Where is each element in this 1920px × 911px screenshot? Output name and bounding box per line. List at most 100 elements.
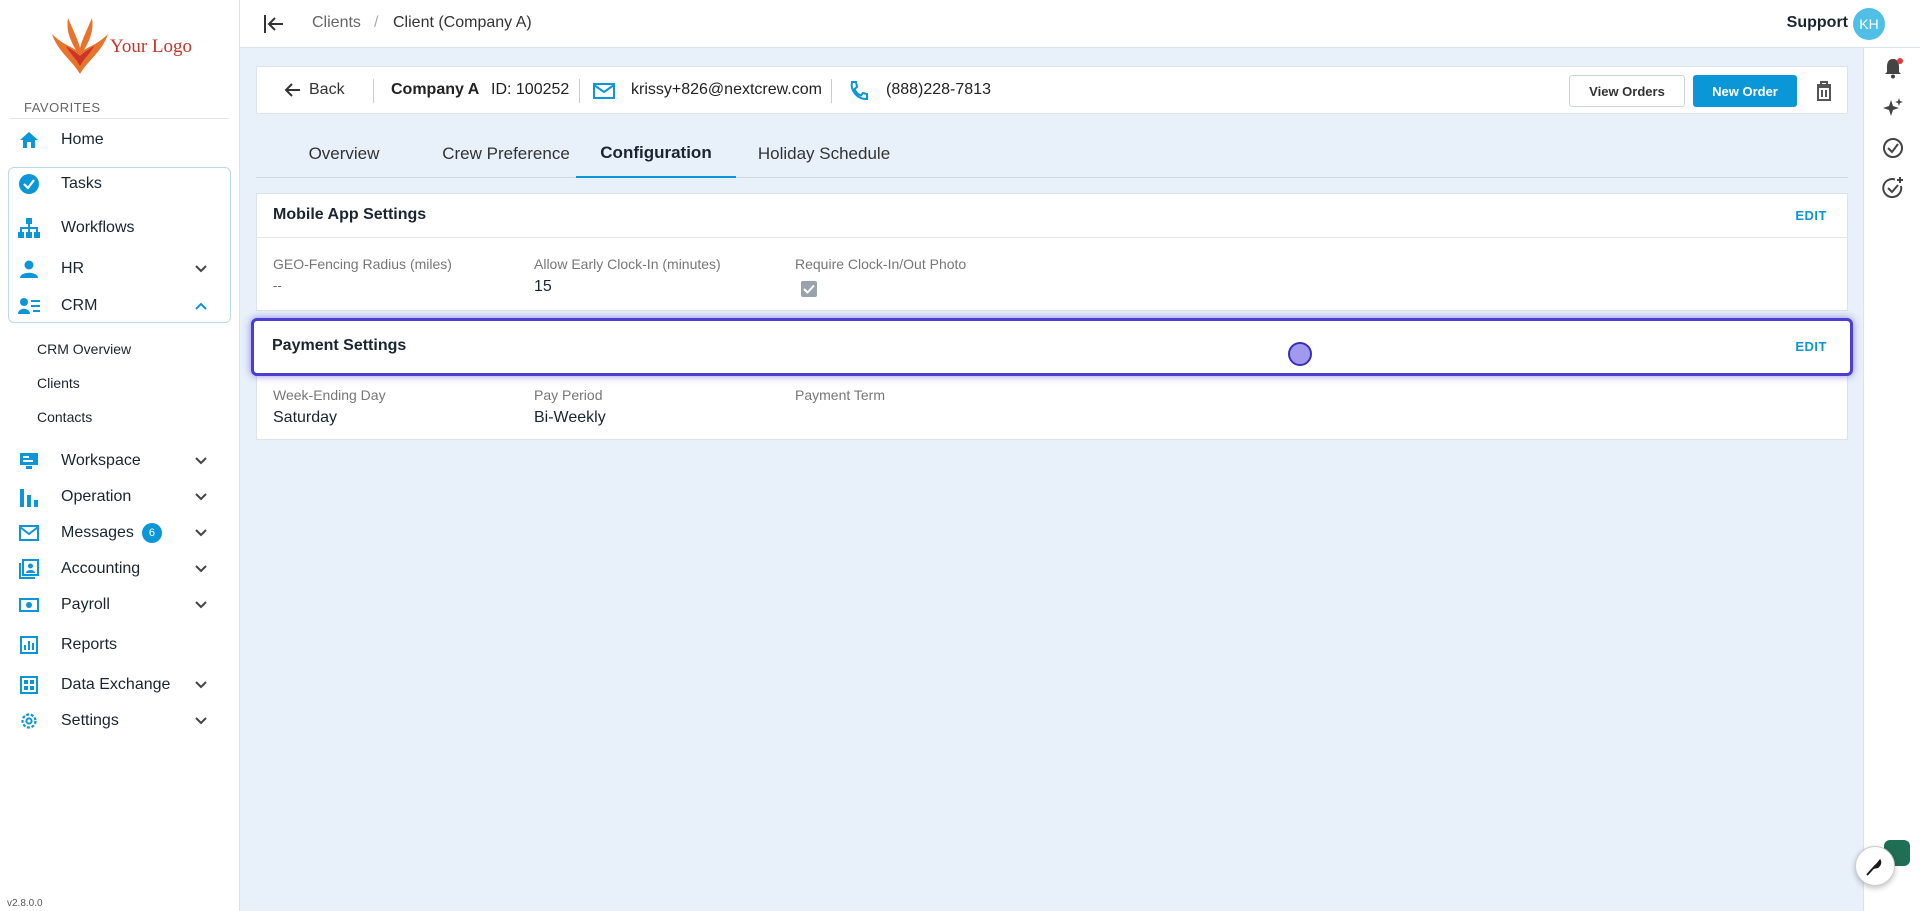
bell-icon[interactable] [1881, 56, 1905, 80]
logo-text: Your Logo [110, 36, 193, 57]
client-header: Back Company A ID: 100252 krissy+826@nex… [256, 66, 1848, 114]
breadcrumb-separator: / [374, 14, 379, 31]
week-ending-day-value: Saturday [273, 409, 338, 426]
geo-fencing-value: -- [273, 278, 282, 293]
favorites-divider [10, 118, 229, 119]
sidebar-subitem-contacts[interactable]: Contacts [37, 409, 92, 425]
sidebar-item-label: Accounting [61, 560, 141, 577]
clock-photo-label: Require Clock-In/Out Photo [795, 256, 967, 272]
sidebar-item-label: Settings [61, 712, 119, 729]
bar-chart-icon [17, 485, 41, 509]
tab-holiday-schedule[interactable]: Holiday Schedule [736, 130, 912, 178]
sidebar-item-label: Messages [61, 524, 134, 541]
arrow-left-icon [285, 83, 300, 97]
trash-icon[interactable] [1813, 79, 1835, 103]
back-label: Back [309, 81, 345, 98]
company-name: Company A [391, 81, 480, 98]
clock-photo-checkbox [801, 281, 817, 297]
click-indicator [1288, 342, 1312, 366]
sparkles-icon[interactable] [1881, 96, 1905, 120]
support-link[interactable]: Support [1787, 14, 1848, 32]
chevron-down-icon [195, 565, 207, 573]
logo[interactable]: Your Logo [48, 14, 198, 80]
mobile-app-settings-card: Mobile App Settings EDIT GEO-Fencing Rad… [256, 193, 1848, 311]
contacts-icon [17, 294, 41, 318]
collapse-sidebar-icon[interactable] [262, 12, 286, 36]
feather-icon [1866, 859, 1882, 876]
sidebar-item-label: CRM [61, 297, 98, 314]
sidebar-item-label: Workspace [61, 452, 141, 469]
breadcrumb-clients[interactable]: Clients [312, 14, 361, 32]
pay-period-value: Bi-Weekly [534, 409, 606, 426]
back-button[interactable]: Back [285, 81, 345, 99]
sidebar-item-label: Home [61, 131, 104, 148]
help-widget-button[interactable] [1855, 846, 1895, 886]
sidebar-item-workspace[interactable]: Workspace [8, 444, 232, 478]
chevron-down-icon [195, 681, 207, 689]
week-ending-day-label: Week-Ending Day [273, 387, 386, 403]
right-rail [1863, 48, 1920, 911]
breadcrumb-current: Client (Company A) [393, 14, 532, 31]
payment-term-label: Payment Term [795, 387, 885, 403]
sidebar-item-operation[interactable]: Operation [8, 480, 232, 514]
early-clock-in-label: Allow Early Clock-In (minutes) [534, 256, 721, 272]
top-bar: Clients / Client (Company A) Support KH [240, 0, 1920, 48]
sidebar-item-home[interactable]: Home [8, 123, 232, 157]
pay-period-label: Pay Period [534, 387, 603, 403]
tab-configuration[interactable]: Configuration [576, 130, 736, 178]
geo-fencing-label: GEO-Fencing Radius (miles) [273, 256, 452, 272]
edit-mobile-app-button[interactable]: EDIT [1795, 208, 1827, 223]
ledger-icon [17, 557, 41, 581]
check-circle-outline-icon[interactable] [1881, 136, 1905, 160]
section-title: Payment Settings [272, 337, 407, 354]
client-tabs: Overview Crew Preference Configuration H… [256, 130, 1848, 178]
section-title: Mobile App Settings [273, 206, 427, 223]
home-icon [17, 128, 41, 152]
sidebar-item-payroll[interactable]: Payroll [8, 588, 232, 622]
check-icon [803, 284, 815, 294]
add-task-icon[interactable] [1881, 176, 1905, 200]
sidebar-item-messages[interactable]: Messages 6 [8, 516, 232, 550]
sidebar-item-label: Payroll [61, 596, 110, 613]
money-icon [17, 593, 41, 617]
sidebar-subitem-crm-overview[interactable]: CRM Overview [37, 341, 131, 357]
messages-count-badge: 6 [141, 523, 162, 543]
client-email[interactable]: krissy+826@nextcrew.com [631, 81, 822, 99]
sidebar-item-reports[interactable]: Reports [8, 628, 232, 662]
chevron-down-icon [195, 529, 207, 537]
header-divider [831, 79, 832, 103]
chevron-down-icon [195, 493, 207, 501]
sidebar-item-settings[interactable]: Settings [8, 704, 232, 738]
mail-icon [17, 521, 41, 545]
client-id: ID: 100252 [491, 81, 570, 98]
phoenix-logo-icon [52, 18, 108, 74]
gear-icon [17, 709, 41, 733]
sidebar-item-label: Data Exchange [61, 676, 171, 693]
client-phone[interactable]: (888)228-7813 [886, 81, 991, 99]
chevron-up-icon [195, 302, 207, 310]
favorites-label: FAVORITES [24, 100, 101, 115]
edit-payment-button[interactable]: EDIT [1795, 339, 1827, 354]
app-version: v2.8.0.0 [7, 898, 43, 909]
avatar[interactable]: KH [1853, 8, 1885, 40]
payment-settings-header[interactable]: Payment Settings EDIT [251, 318, 1853, 376]
header-divider [579, 79, 580, 103]
chevron-down-icon [195, 601, 207, 609]
sidebar-item-crm[interactable]: CRM [8, 289, 232, 323]
view-orders-button[interactable]: View Orders [1569, 75, 1685, 107]
tab-crew-preference[interactable]: Crew Preference [422, 130, 590, 178]
phone-icon [850, 81, 868, 100]
report-icon [17, 633, 41, 657]
section-divider [257, 237, 1847, 238]
sidebar-item-accounting[interactable]: Accounting [8, 552, 232, 586]
sidebar: Your Logo FAVORITES Home Tasks Workflows… [0, 0, 240, 911]
header-divider [373, 79, 374, 103]
early-clock-in-value: 15 [534, 278, 552, 295]
sidebar-subitem-clients[interactable]: Clients [37, 375, 80, 391]
sidebar-item-data-exchange[interactable]: Data Exchange [8, 668, 232, 702]
new-order-button[interactable]: New Order [1693, 75, 1797, 107]
grid-icon [17, 673, 41, 697]
chevron-down-icon [195, 717, 207, 725]
tab-overview[interactable]: Overview [276, 130, 412, 178]
envelope-icon [593, 83, 615, 99]
